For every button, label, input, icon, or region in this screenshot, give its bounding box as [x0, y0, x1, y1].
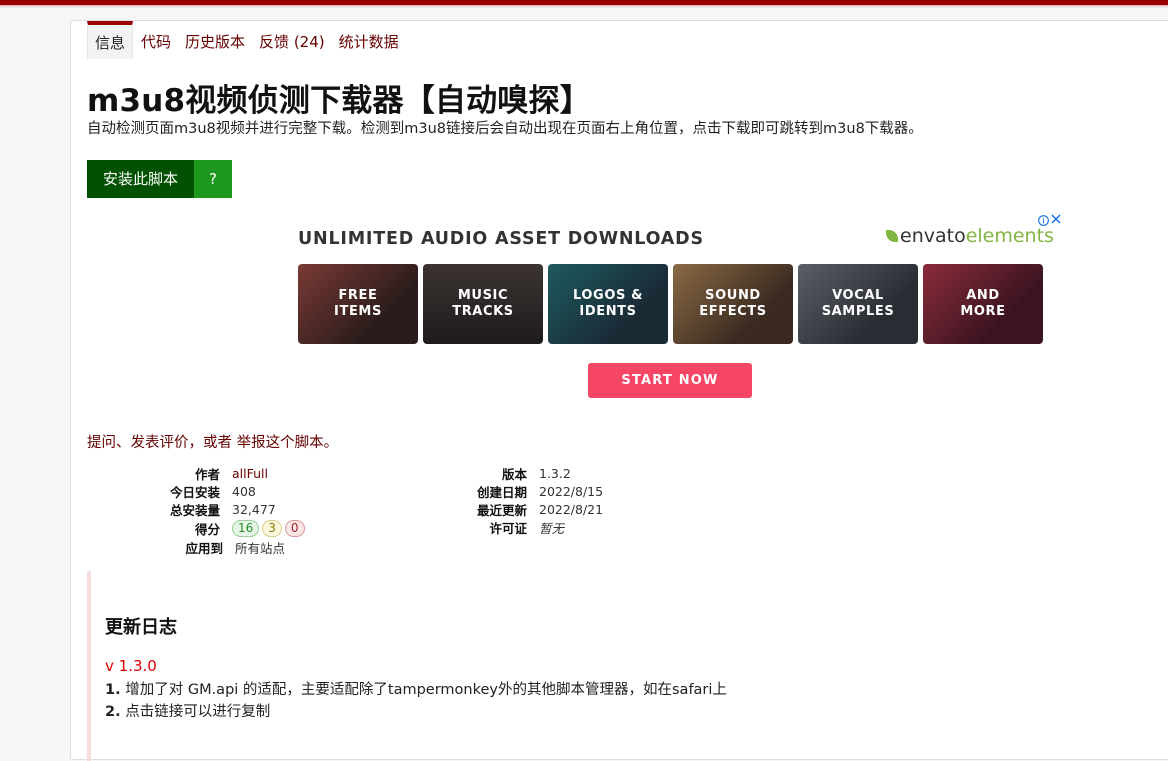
- close-icon[interactable]: [1051, 213, 1061, 228]
- updated-value: 2022/8/21: [539, 501, 604, 517]
- list-item-text: 点击链接可以进行复制: [120, 704, 271, 720]
- created-value: 2022/8/15: [539, 483, 604, 499]
- changelog-items: 1. 增加了对 GM.api 的适配，主要适配除了tampermonkey外的其…: [105, 679, 727, 723]
- script-description: 自动检测页面m3u8视频并进行完整下载。检测到m3u8链接后会自动出现在页面右上…: [87, 121, 923, 137]
- feedback-prompt-end: 。: [323, 435, 339, 451]
- tab-info[interactable]: 信息: [87, 21, 134, 59]
- feedback-prompt-text: 提问、发表评价，或者: [87, 435, 232, 451]
- list-item: 1. 增加了对 GM.api 的适配，主要适配除了tampermonkey外的其…: [105, 679, 727, 701]
- list-item: 2. 点击链接可以进行复制: [105, 701, 727, 723]
- tab-stats[interactable]: 统计数据: [332, 21, 406, 59]
- updated-label: 最近更新: [476, 502, 527, 518]
- score-ok: 3: [262, 519, 282, 537]
- install-help-button[interactable]: ?: [194, 160, 233, 198]
- script-title: m3u8视频侦测下载器【自动嗅探】: [87, 83, 591, 119]
- feedback-prompt: 提问、发表评价，或者 举报这个脚本。: [87, 431, 338, 452]
- install-button[interactable]: 安装此脚本: [87, 160, 195, 198]
- daily-installs-label: 今日安装: [169, 484, 220, 500]
- total-installs-value: 32,477: [232, 501, 276, 517]
- install-group: 安装此脚本 ?: [87, 160, 233, 198]
- list-item-number: 2.: [105, 704, 121, 720]
- version-value: 1.3.2: [539, 465, 571, 481]
- score-bad: 0: [284, 519, 305, 537]
- list-item-number: 1.: [105, 682, 121, 698]
- ad-tiles: FREE ITEMS MUSIC TRACKS LOGOS & IDENTS S…: [298, 264, 1043, 344]
- daily-installs-value: 408: [232, 483, 256, 499]
- author-label: 作者: [194, 466, 220, 482]
- tab-feedback[interactable]: 反馈 (24): [252, 21, 332, 59]
- author-link[interactable]: allFull: [220, 466, 268, 481]
- ad-tile-sound-effects[interactable]: SOUND EFFECTS: [673, 264, 793, 344]
- start-now-button[interactable]: START NOW: [588, 363, 752, 398]
- report-script-link[interactable]: 举报这个脚本: [237, 435, 324, 451]
- list-item-text: 增加了对 GM.api 的适配，主要适配除了tampermonkey外的其他脚本…: [120, 682, 727, 698]
- total-installs-label: 总安装量: [169, 502, 220, 518]
- top-bar-shadow: [0, 5, 1168, 8]
- ad-tile-vocal-samples[interactable]: VOCAL SAMPLES: [798, 264, 918, 344]
- leaf-icon: [886, 230, 898, 242]
- tab-code[interactable]: 代码: [134, 21, 178, 59]
- changelog: 更新日志 v 1.3.0 1. 增加了对 GM.api 的适配，主要适配除了ta…: [87, 571, 1167, 761]
- changelog-version: v 1.3.0: [105, 657, 157, 675]
- license-label: 许可证: [489, 520, 527, 536]
- envato-logo: envato elements: [886, 225, 1054, 247]
- ad-title: UNLIMITED AUDIO ASSET DOWNLOADS: [298, 229, 704, 249]
- advertisement[interactable]: UNLIMITED AUDIO ASSET DOWNLOADS envato e…: [298, 213, 1061, 405]
- created-label: 创建日期: [476, 484, 527, 500]
- ad-tile-music-tracks[interactable]: MUSIC TRACKS: [423, 264, 543, 344]
- ad-tile-logos-idents[interactable]: LOGOS & IDENTS: [548, 264, 668, 344]
- script-tabs: 信息 代码 历史版本 反馈 (24) 统计数据: [87, 21, 406, 61]
- score-good: 16: [232, 519, 260, 537]
- script-info-card: 信息 代码 历史版本 反馈 (24) 统计数据 m3u8视频侦测下载器【自动嗅探…: [70, 20, 1168, 761]
- score-values: 16 3 0: [220, 519, 308, 537]
- ad-tile-free-items[interactable]: FREE ITEMS: [298, 264, 418, 344]
- script-info-left: 作者 allFull 今日安装 408 总安装量 32,477 得分 16 3 0 …: [131, 464, 308, 556]
- tab-versions[interactable]: 历史版本: [178, 21, 252, 59]
- script-info-right: 版本 1.3.2 创建日期 2022/8/15 最近更新 2022/8/21 许…: [451, 464, 603, 536]
- version-label: 版本: [501, 466, 527, 482]
- info-icon[interactable]: [1038, 215, 1049, 229]
- changelog-title: 更新日志: [105, 617, 177, 638]
- applies-to-label: 应用到: [185, 540, 223, 556]
- applies-to-value: 所有站点: [235, 540, 286, 556]
- score-label: 得分: [194, 521, 220, 537]
- license-value: 暂无: [539, 520, 565, 536]
- logo-text-envato: envato: [900, 225, 966, 247]
- ad-tile-and-more[interactable]: AND MORE: [923, 264, 1043, 344]
